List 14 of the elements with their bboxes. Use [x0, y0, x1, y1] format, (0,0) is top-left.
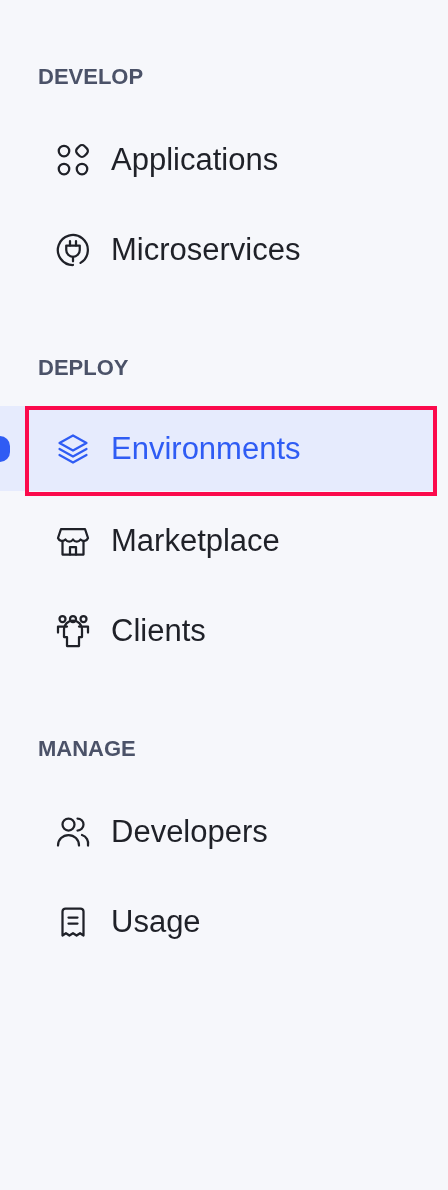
- nav-item[interactable]: Usage: [0, 877, 437, 967]
- group-icon: [55, 613, 91, 649]
- plug-icon: [55, 232, 91, 268]
- active-indicator: [0, 436, 10, 462]
- nav-item[interactable]: Marketplace: [0, 496, 437, 586]
- section-heading: MANAGE: [38, 736, 137, 762]
- grid-icon: [55, 142, 91, 178]
- section-heading: DEVELOP: [38, 64, 145, 90]
- nav-item[interactable]: Developers: [0, 787, 437, 877]
- nav-item[interactable]: Clients: [0, 586, 437, 676]
- nav-item[interactable]: Microservices: [0, 205, 437, 295]
- users-icon: [55, 814, 91, 850]
- section-heading: DEPLOY: [38, 355, 130, 381]
- nav-item[interactable]: Applications: [0, 115, 437, 205]
